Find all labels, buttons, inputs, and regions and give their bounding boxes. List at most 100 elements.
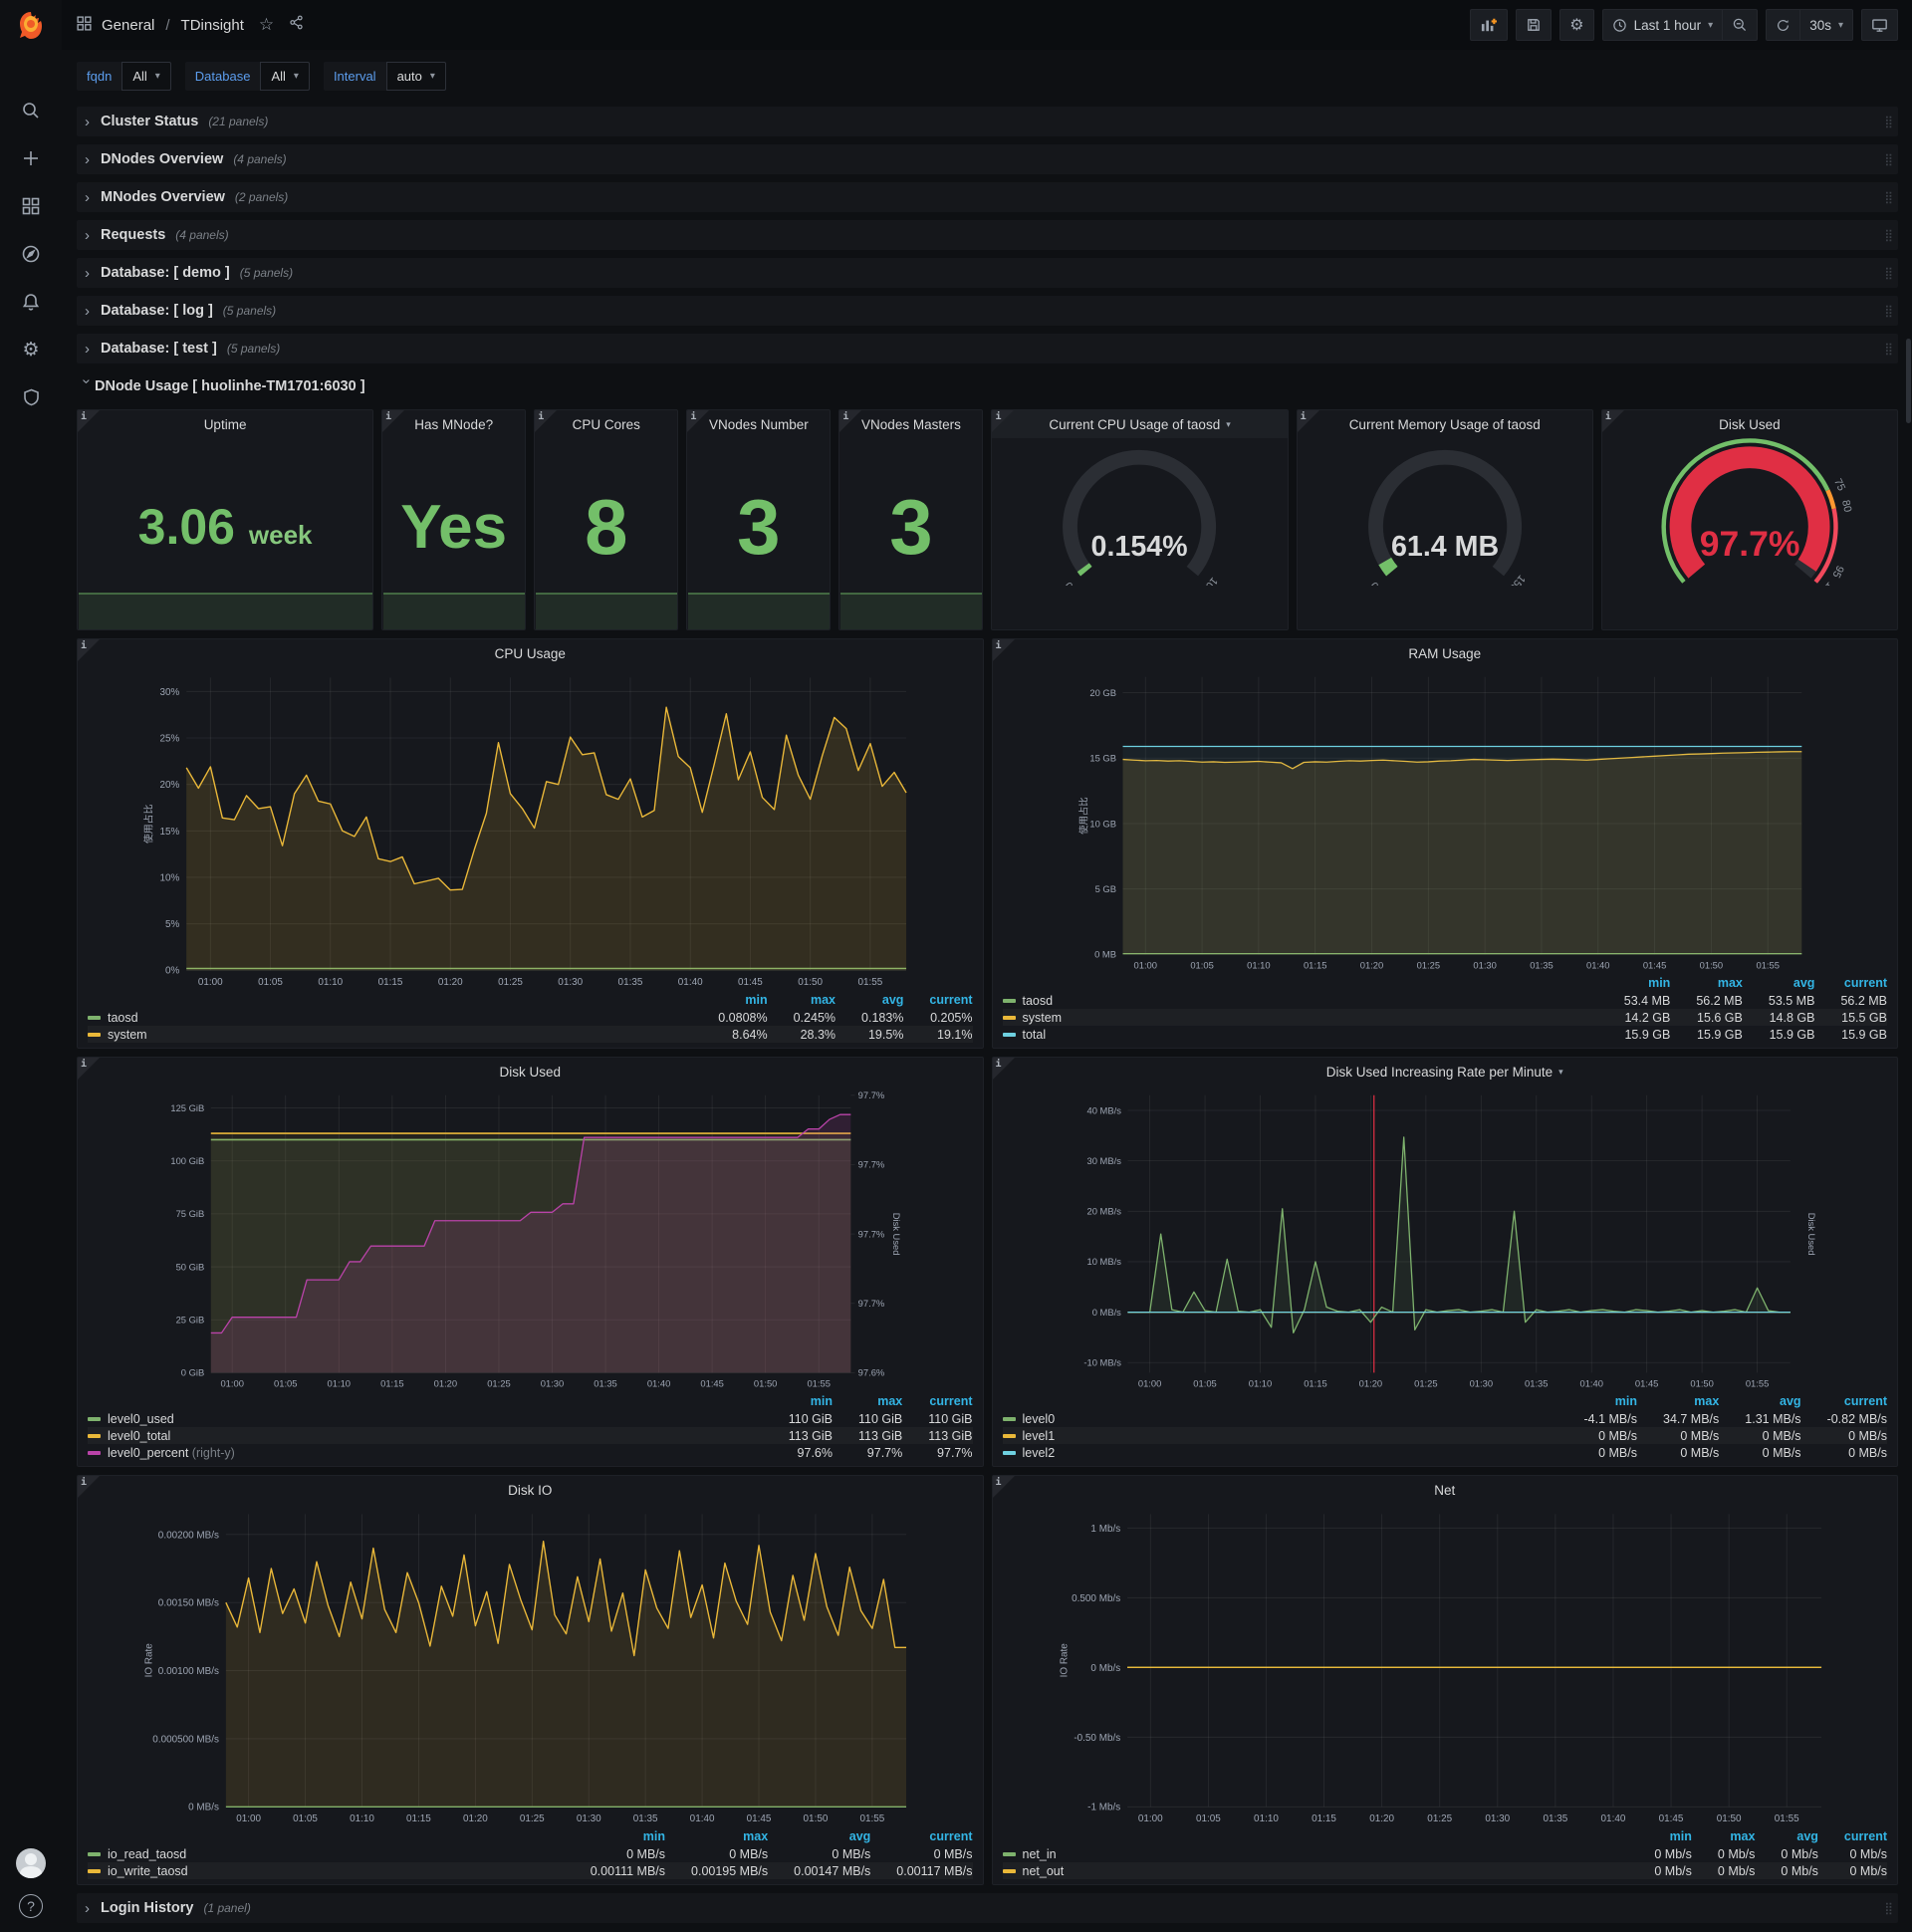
- row-drag-handle[interactable]: ⣿: [1884, 152, 1893, 166]
- legend-header[interactable]: min: [565, 1827, 665, 1845]
- series-color-swatch[interactable]: [88, 1852, 101, 1857]
- ram-usage-legend[interactable]: min max avg current taosd 53.4 MB 56.2 MB 53.5 …: [993, 974, 1898, 1048]
- panel-info-icon[interactable]: i: [839, 410, 862, 432]
- series-color-swatch[interactable]: [1002, 1417, 1016, 1422]
- panel-gauge-disk-used[interactable]: i Disk Used 075809510097.7%: [1600, 409, 1898, 630]
- panel-info-icon[interactable]: i: [1601, 410, 1624, 432]
- panel-info-icon[interactable]: i: [382, 410, 405, 432]
- legend-header[interactable]: avg: [1719, 1392, 1801, 1410]
- breadcrumb-section[interactable]: General: [102, 17, 154, 34]
- legend-header[interactable]: current: [903, 991, 972, 1009]
- legend-row[interactable]: system 8.64% 28.3% 19.5% 19.1%: [88, 1026, 973, 1043]
- legend-header[interactable]: min: [1558, 1392, 1637, 1410]
- series-color-swatch[interactable]: [88, 1417, 101, 1422]
- row-collapsed-1[interactable]: › DNodes Overview (4 panels) ⣿: [77, 144, 1898, 174]
- panel-gauge-memory-usage[interactable]: i Current Memory Usage of taosd 0 1585 61.…: [1296, 409, 1593, 630]
- cpu-usage-legend[interactable]: min max avg current taosd 0.0808% 0.245% 0.183%…: [78, 991, 983, 1048]
- user-avatar[interactable]: [16, 1848, 46, 1878]
- panel-has-mnode[interactable]: i Has MNode? Yes: [381, 409, 527, 630]
- variable-label[interactable]: fqdn: [77, 62, 122, 91]
- legend-row[interactable]: level0_used 110 GiB 110 GiB 110 GiB: [88, 1410, 973, 1427]
- panel-gauge-cpu-usage[interactable]: i Current CPU Usage of taosd ▾ 0 100 0.154%: [991, 409, 1289, 630]
- legend-row[interactable]: total 15.9 GB 15.9 GB 15.9 GB 15.9 GB: [1002, 1026, 1887, 1043]
- panel-uptime[interactable]: i Uptime 3.06 week: [77, 409, 374, 630]
- panel-info-icon[interactable]: i: [992, 1058, 1015, 1080]
- panel-info-icon[interactable]: i: [535, 410, 558, 432]
- row-drag-handle[interactable]: ⣿: [1884, 228, 1893, 242]
- search-icon[interactable]: [11, 94, 51, 127]
- legend-header[interactable]: max: [1692, 1827, 1755, 1845]
- panel-cpu-cores[interactable]: i CPU Cores 8: [534, 409, 679, 630]
- favorite-star-icon[interactable]: ☆: [259, 15, 274, 35]
- scrollbar-thumb[interactable]: [1906, 339, 1911, 423]
- legend-row[interactable]: level0_total 113 GiB 113 GiB 113 GiB: [88, 1427, 973, 1444]
- legend-header[interactable]: current: [870, 1827, 972, 1845]
- legend-row[interactable]: level1 0 MB/s 0 MB/s 0 MB/s 0 MB/s: [1002, 1427, 1887, 1444]
- refresh-interval-picker[interactable]: 30s ▾: [1800, 9, 1853, 41]
- variable-value-dropdown[interactable]: All ▾: [121, 62, 171, 91]
- legend-header[interactable]: min: [763, 1392, 833, 1410]
- variable-label[interactable]: Interval: [323, 62, 386, 91]
- refresh-button[interactable]: [1766, 9, 1801, 41]
- legend-header[interactable]: min: [1628, 1827, 1692, 1845]
- series-color-swatch[interactable]: [88, 1869, 101, 1874]
- time-range-picker[interactable]: Last 1 hour ▾: [1601, 9, 1724, 41]
- series-color-swatch[interactable]: [1002, 1434, 1016, 1439]
- explore-compass-icon[interactable]: [11, 237, 51, 271]
- legend-header[interactable]: avg: [768, 1827, 871, 1845]
- grafana-logo[interactable]: [0, 0, 62, 52]
- legend-header[interactable]: min: [1598, 974, 1670, 992]
- variable-label[interactable]: Database: [184, 62, 261, 91]
- configuration-gear-icon[interactable]: ⚙: [11, 333, 51, 366]
- variable-value-dropdown[interactable]: All ▾: [260, 62, 310, 91]
- legend-header[interactable]: max: [1637, 1392, 1719, 1410]
- disk-used-legend[interactable]: min max current level0_used 110 GiB 110 GiB 11…: [78, 1392, 983, 1466]
- panel-cpu-usage-chart[interactable]: i CPU Usage 01:00 01:05 01:10 01:15 01:20 01:…: [77, 638, 984, 1049]
- page-title[interactable]: TDinsight: [181, 17, 244, 34]
- row-drag-handle[interactable]: ⣿: [1884, 342, 1893, 356]
- row-login-history[interactable]: › Login History (1 panel) ⣿: [77, 1893, 1898, 1923]
- legend-header[interactable]: min: [692, 991, 767, 1009]
- legend-header[interactable]: max: [833, 1392, 902, 1410]
- panel-ram-usage-chart[interactable]: i RAM Usage 01:00 01:05 01:10 01:15 01:20 01:…: [991, 638, 1898, 1049]
- disk-io-legend[interactable]: min max avg current io_read_taosd 0 MB/s 0 MB/…: [78, 1827, 983, 1884]
- series-color-swatch[interactable]: [1002, 1869, 1016, 1874]
- disk-rate-legend[interactable]: min max avg current level0 -4.1 MB/s 34.7 MB/s…: [993, 1392, 1898, 1466]
- dashboards-icon[interactable]: [11, 189, 51, 223]
- panel-vnodes-number[interactable]: i VNodes Number 3: [686, 409, 832, 630]
- legend-row[interactable]: taosd 53.4 MB 56.2 MB 53.5 MB 56.2 MB: [1002, 992, 1887, 1009]
- share-icon[interactable]: [289, 15, 304, 35]
- legend-header[interactable]: max: [665, 1827, 768, 1845]
- row-collapsed-3[interactable]: › Requests (4 panels) ⣿: [77, 220, 1898, 250]
- cycle-view-mode-button[interactable]: [1861, 9, 1898, 41]
- panel-title-menu[interactable]: Current CPU Usage of taosd ▾: [992, 410, 1288, 438]
- help-icon[interactable]: ?: [19, 1894, 43, 1918]
- legend-header[interactable]: max: [1670, 974, 1743, 992]
- add-panel-button[interactable]: [1470, 9, 1509, 41]
- panel-disk-rate-chart[interactable]: i Disk Used Increasing Rate per Minute ▾ …: [991, 1057, 1898, 1467]
- panel-disk-io-chart[interactable]: i Disk IO 01:00 01:05 01:10 01:15 01:20 01:25…: [77, 1475, 984, 1885]
- row-collapsed-4[interactable]: › Database: [ demo ] (5 panels) ⣿: [77, 258, 1898, 288]
- legend-row[interactable]: taosd 0.0808% 0.245% 0.183% 0.205%: [88, 1009, 973, 1026]
- legend-row[interactable]: io_read_taosd 0 MB/s 0 MB/s 0 MB/s 0 MB/s: [88, 1845, 973, 1862]
- panel-info-icon[interactable]: i: [1297, 410, 1319, 432]
- legend-header[interactable]: avg: [1743, 974, 1815, 992]
- panel-info-icon[interactable]: i: [992, 410, 1015, 432]
- panel-info-icon[interactable]: i: [78, 410, 100, 432]
- row-collapsed-2[interactable]: › MNodes Overview (2 panels) ⣿: [77, 182, 1898, 212]
- row-dnode-usage[interactable]: › DNode Usage [ huolinhe-TM1701:6030 ]: [77, 371, 1898, 401]
- legend-row[interactable]: level0_percent (right-y) 97.6% 97.7% 97.7%: [88, 1444, 973, 1461]
- legend-header[interactable]: avg: [836, 991, 904, 1009]
- net-legend[interactable]: min max avg current net_in 0 Mb/s 0 Mb/s 0 Mb/s…: [993, 1827, 1898, 1884]
- legend-row[interactable]: net_out 0 Mb/s 0 Mb/s 0 Mb/s 0 Mb/s: [1002, 1862, 1887, 1879]
- legend-row[interactable]: io_write_taosd 0.00111 MB/s 0.00195 MB/s 0.…: [88, 1862, 973, 1879]
- alerting-bell-icon[interactable]: [11, 285, 51, 319]
- dashboard-settings-button[interactable]: ⚙: [1559, 9, 1594, 41]
- row-drag-handle[interactable]: ⣿: [1884, 1901, 1893, 1915]
- series-color-swatch[interactable]: [1002, 1016, 1016, 1021]
- panel-net-chart[interactable]: i Net 01:00 01:05 01:10 01:15 01:20 01:25 01:3…: [991, 1475, 1898, 1885]
- legend-header[interactable]: current: [1818, 1827, 1887, 1845]
- variable-value-dropdown[interactable]: auto ▾: [385, 62, 446, 91]
- server-admin-shield-icon[interactable]: [11, 380, 51, 414]
- legend-row[interactable]: level0 -4.1 MB/s 34.7 MB/s 1.31 MB/s -0.82 M…: [1002, 1410, 1887, 1427]
